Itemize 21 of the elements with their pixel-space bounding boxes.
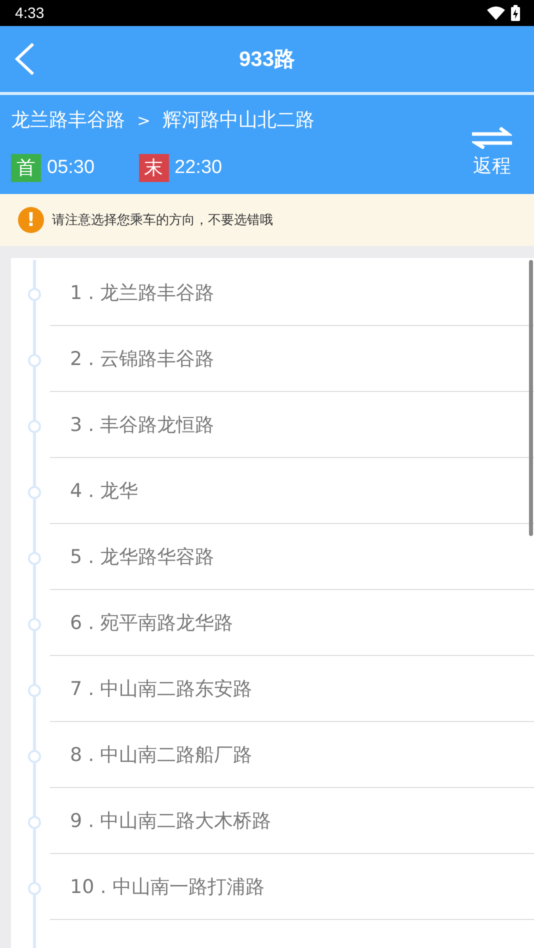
last-bus-time: 22:30	[174, 157, 222, 179]
stop-item[interactable]: 8 . 中山南二路船厂路	[50, 722, 534, 788]
direction-separator: >	[137, 110, 150, 130]
warning-icon: !	[18, 207, 44, 233]
origin-stop: 龙兰路丰谷路	[11, 108, 125, 133]
stop-item[interactable]: 5 . 龙华路华容路	[50, 524, 534, 590]
status-time: 4:33	[15, 4, 44, 22]
stop-item[interactable]: 7 . 中山南二路东安路	[50, 656, 534, 722]
return-trip-button[interactable]: 返程	[472, 95, 534, 194]
route-title: 933路	[238, 47, 296, 73]
wifi-icon	[487, 6, 505, 20]
destination-stop: 辉河路中山北二路	[162, 108, 314, 133]
back-button[interactable]	[14, 42, 36, 76]
first-bus-time: 05:30	[47, 157, 95, 179]
stop-item[interactable]: 9 . 中山南二路大木桥路	[50, 788, 534, 854]
notice-text: 请注意选择您乘车的方向，不要选错哦	[52, 212, 273, 229]
battery-icon	[511, 5, 520, 21]
last-bus-badge: 末	[138, 154, 169, 182]
stop-item[interactable]: 10 . 中山南一路打浦路	[50, 854, 534, 920]
stop-item[interactable]: 6 . 宛平南路龙华路	[50, 590, 534, 656]
first-bus-badge: 首	[11, 154, 41, 182]
